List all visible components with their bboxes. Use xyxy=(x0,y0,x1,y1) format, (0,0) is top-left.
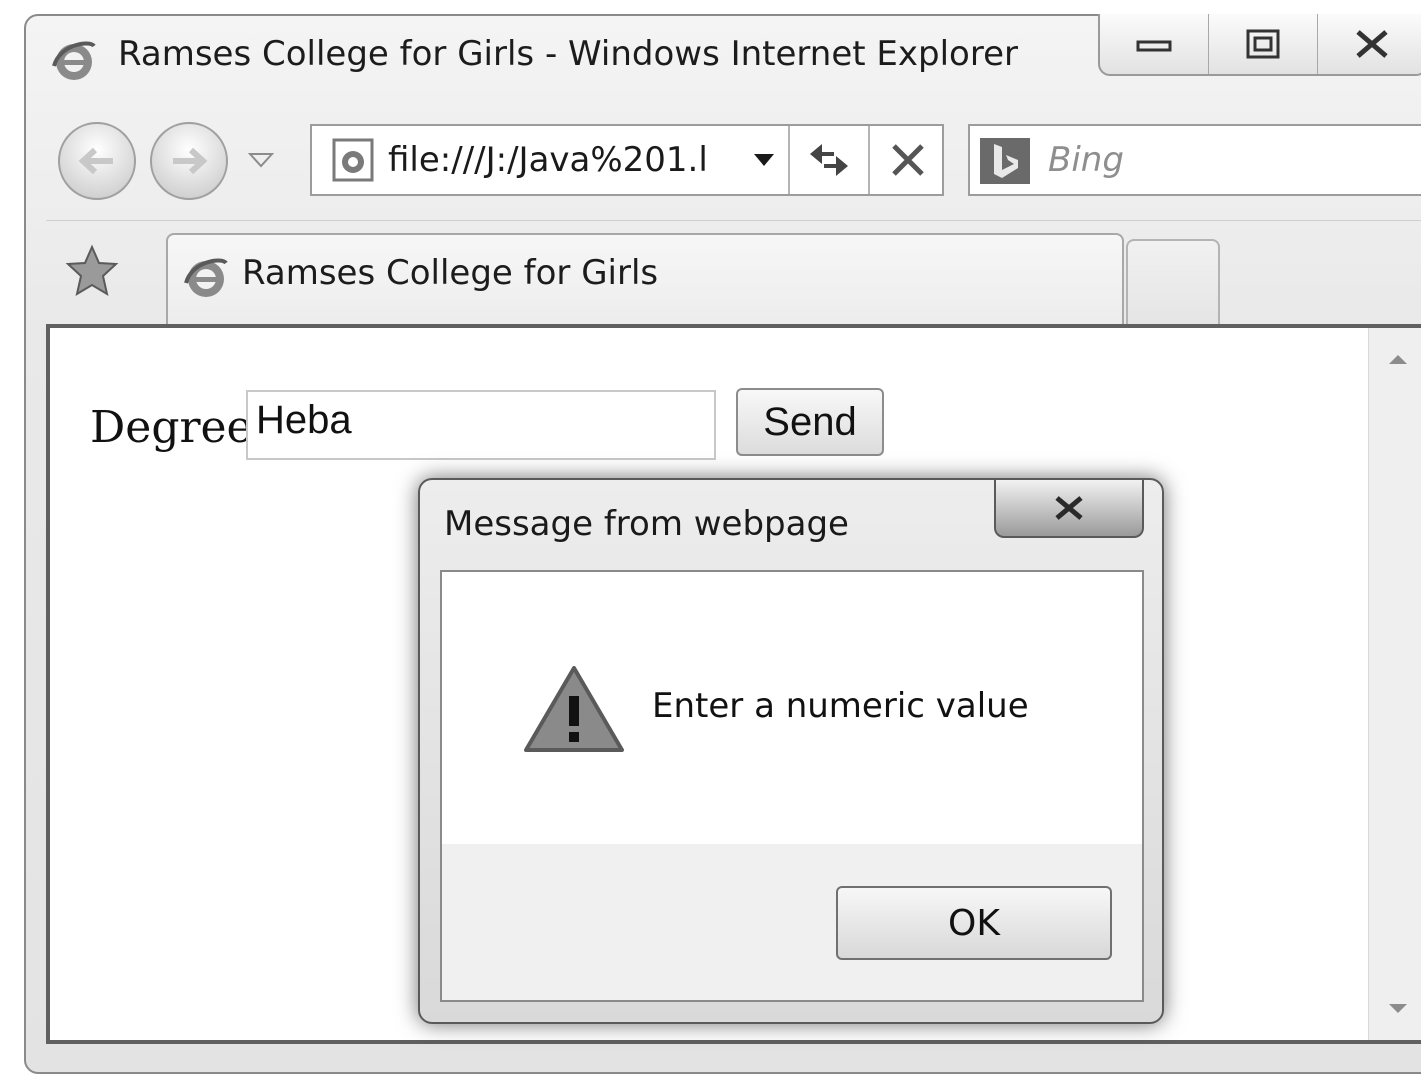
scroll-up-arrow-icon[interactable] xyxy=(1387,352,1409,366)
degree-label: Degree xyxy=(90,402,253,453)
window-title: Ramses College for Girls - Windows Inter… xyxy=(118,34,1018,74)
alert-dialog: Message from webpage Enter a numeric val… xyxy=(418,478,1164,1024)
refresh-button[interactable] xyxy=(788,126,868,194)
address-input[interactable]: file:///J:/Java%201.l xyxy=(388,140,738,180)
dialog-message: Enter a numeric value xyxy=(652,686,1029,726)
dialog-title: Message from webpage xyxy=(444,504,849,544)
forward-arrow-icon xyxy=(173,147,208,175)
recent-pages-dropdown-icon[interactable] xyxy=(248,150,274,170)
stop-icon xyxy=(892,144,924,176)
caption-buttons xyxy=(1098,14,1421,76)
vertical-scrollbar[interactable] xyxy=(1368,328,1421,1040)
tab-ramses-college[interactable]: Ramses College for Girls xyxy=(166,233,1124,329)
bing-icon xyxy=(980,138,1030,184)
refresh-icon xyxy=(810,144,848,176)
dialog-body: Enter a numeric value OK xyxy=(440,570,1144,1002)
page-icon xyxy=(332,138,374,182)
back-button[interactable] xyxy=(58,122,136,200)
restore-icon xyxy=(1246,29,1280,59)
degree-input[interactable]: Heba xyxy=(246,390,716,460)
back-arrow-icon xyxy=(78,147,113,175)
close-window-button[interactable] xyxy=(1318,14,1421,74)
minimize-icon xyxy=(1136,40,1172,52)
tab-label: Ramses College for Girls xyxy=(242,253,659,293)
search-input[interactable]: Bing xyxy=(1048,140,1124,180)
dialog-message-area: Enter a numeric value xyxy=(442,572,1142,844)
chevron-down-icon xyxy=(754,154,774,166)
ie-icon xyxy=(52,41,96,80)
forward-button[interactable] xyxy=(150,122,228,200)
address-dropdown-button[interactable] xyxy=(744,126,784,194)
favorites-star-icon[interactable] xyxy=(64,243,120,299)
minimize-button[interactable] xyxy=(1100,14,1209,74)
warning-icon xyxy=(524,666,624,752)
restore-button[interactable] xyxy=(1209,14,1318,74)
close-icon xyxy=(1055,496,1083,520)
scroll-down-arrow-icon[interactable] xyxy=(1387,1002,1409,1016)
stop-button[interactable] xyxy=(868,126,946,194)
ie-icon xyxy=(184,258,228,297)
search-box[interactable]: Bing xyxy=(968,124,1421,196)
ok-button[interactable]: OK xyxy=(836,886,1112,960)
send-button[interactable]: Send xyxy=(736,388,884,456)
tab-strip: Ramses College for Girls xyxy=(46,220,1421,329)
address-bar[interactable]: file:///J:/Java%201.l xyxy=(310,124,944,196)
close-icon xyxy=(1356,30,1388,58)
new-tab-button[interactable] xyxy=(1126,239,1220,329)
dialog-close-button[interactable] xyxy=(994,480,1144,538)
